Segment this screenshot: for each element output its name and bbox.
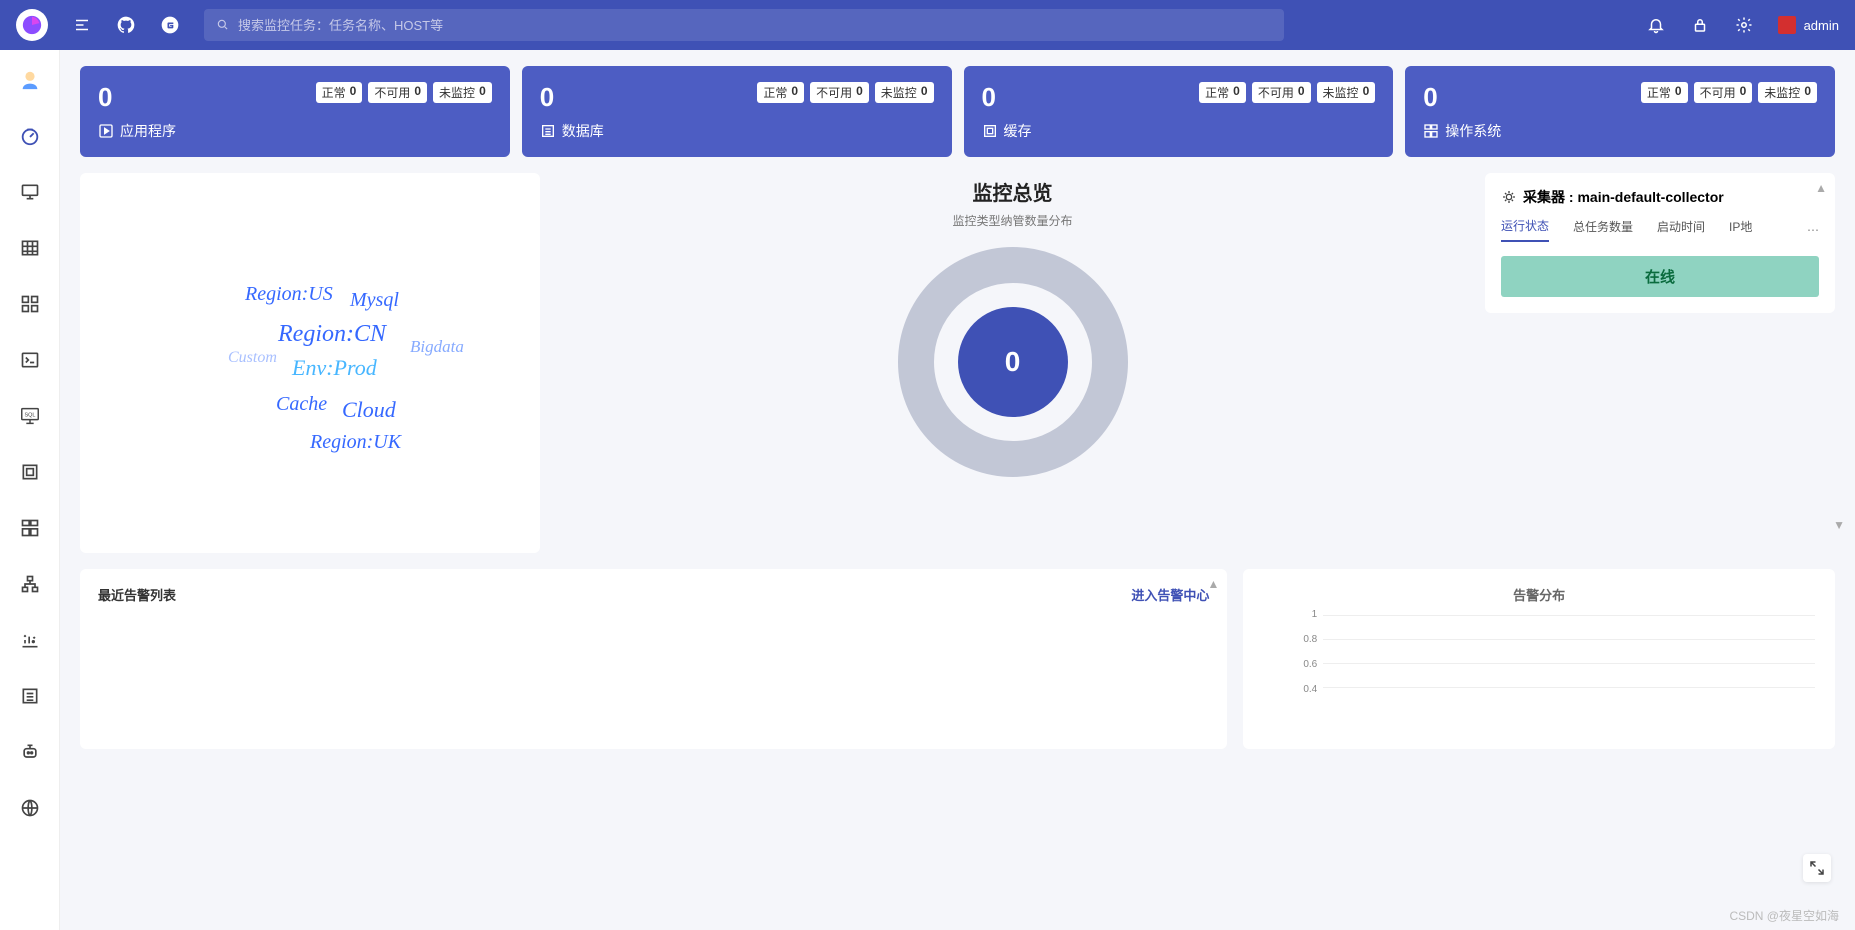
collector-tab[interactable]: IP地 xyxy=(1729,218,1752,241)
collapse-up-icon[interactable]: ▲ xyxy=(1815,181,1827,195)
status-chip[interactable]: 不可用 0 xyxy=(1252,82,1311,103)
sidebar-item-terminal[interactable] xyxy=(16,346,44,374)
user-badge[interactable]: admin xyxy=(1778,16,1839,34)
svg-text:SQL: SQL xyxy=(24,412,35,418)
status-chip[interactable]: 未监控 0 xyxy=(875,82,934,103)
sidebar: SQL xyxy=(0,50,60,930)
y-tick: 0.6 xyxy=(1303,659,1317,670)
status-chip[interactable]: 不可用 0 xyxy=(368,82,427,103)
gear-icon[interactable] xyxy=(1734,15,1754,35)
sidebar-item-user[interactable] xyxy=(16,66,44,94)
lock-icon[interactable] xyxy=(1690,15,1710,35)
sidebar-item-chart[interactable] xyxy=(16,626,44,654)
menu-collapse-icon[interactable] xyxy=(72,15,92,35)
expand-icon[interactable] xyxy=(1803,854,1831,882)
distribution-title: 告警分布 xyxy=(1261,585,1817,604)
wordcloud-word[interactable]: Region:CN xyxy=(278,321,386,348)
collector-title: 采集器 : main-default-collector xyxy=(1501,187,1819,207)
collector-tab[interactable]: 运行状态 xyxy=(1501,217,1549,242)
wordcloud-word[interactable]: Env:Prod xyxy=(292,355,377,381)
sidebar-item-widgets[interactable] xyxy=(16,514,44,542)
alerts-link[interactable]: 进入告警中心 xyxy=(1131,585,1209,604)
stat-count: 0 xyxy=(98,82,112,113)
bell-icon[interactable] xyxy=(1646,15,1666,35)
sidebar-item-globe[interactable] xyxy=(16,794,44,822)
search-box[interactable] xyxy=(204,9,1284,41)
status-chip[interactable]: 正常 0 xyxy=(757,82,804,103)
y-tick: 1 xyxy=(1312,609,1318,620)
stat-label: 数据库 xyxy=(540,121,934,141)
word-cloud-panel: Region:US Mysql Region:CN Bigdata Custom Env:… xyxy=(80,173,540,553)
status-chip[interactable]: 正常 0 xyxy=(1199,82,1246,103)
sidebar-item-grid[interactable] xyxy=(16,234,44,262)
donut-chart: 0 xyxy=(898,247,1128,477)
wordcloud-word[interactable]: Cloud xyxy=(342,397,396,423)
search-input[interactable] xyxy=(238,18,1272,33)
overview-subtitle: 监控类型纳管数量分布 xyxy=(556,212,1469,229)
collector-icon xyxy=(1501,189,1517,205)
status-chip[interactable]: 正常 0 xyxy=(316,82,363,103)
main-content: 0 正常 0不可用 0未监控 0 应用程序 0 正常 0不可用 0未监控 0 数… xyxy=(60,50,1855,930)
status-chip[interactable]: 不可用 0 xyxy=(1694,82,1753,103)
wordcloud-word[interactable]: Region:UK xyxy=(310,431,401,454)
stat-count: 0 xyxy=(540,82,554,113)
status-chip[interactable]: 未监控 0 xyxy=(1758,82,1817,103)
collector-panel: ▲ 采集器 : main-default-collector 运行状态 总任务数量… xyxy=(1485,173,1835,313)
status-chip[interactable]: 未监控 0 xyxy=(433,82,492,103)
sidebar-item-dashboard[interactable] xyxy=(16,122,44,150)
sidebar-item-sql[interactable]: SQL xyxy=(16,402,44,430)
sidebar-item-list[interactable] xyxy=(16,682,44,710)
search-icon xyxy=(216,18,230,32)
stat-count: 0 xyxy=(1423,82,1437,113)
gitee-icon[interactable] xyxy=(160,15,180,35)
wordcloud-word[interactable]: Region:US xyxy=(245,283,333,306)
github-icon[interactable] xyxy=(116,15,136,35)
wordcloud-word[interactable]: Bigdata xyxy=(410,337,464,357)
status-chip[interactable]: 不可用 0 xyxy=(810,82,869,103)
more-icon[interactable]: ⋯ xyxy=(1807,223,1819,237)
status-chip[interactable]: 未监控 0 xyxy=(1317,82,1376,103)
avatar xyxy=(1778,16,1796,34)
donut-center-value: 0 xyxy=(958,307,1068,417)
alert-distribution-panel: 告警分布 1 0.8 0.6 0.4 xyxy=(1243,569,1835,749)
stat-label: 缓存 xyxy=(982,121,1376,141)
chart-y-axis: 1 0.8 0.6 0.4 xyxy=(1303,609,1317,695)
collapse-down-icon[interactable]: ▼ xyxy=(1833,518,1845,532)
alerts-title: 最近告警列表 xyxy=(98,585,176,604)
wordcloud-word[interactable]: Cache xyxy=(276,393,327,416)
stat-label: 应用程序 xyxy=(98,121,492,141)
collector-tab[interactable]: 总任务数量 xyxy=(1573,218,1633,241)
stat-label: 操作系统 xyxy=(1423,121,1817,141)
y-tick: 0.4 xyxy=(1303,684,1317,695)
status-chip[interactable]: 正常 0 xyxy=(1641,82,1688,103)
y-tick: 0.8 xyxy=(1303,634,1317,645)
wordcloud-word[interactable]: Custom xyxy=(228,349,277,367)
wordcloud-word[interactable]: Mysql xyxy=(350,289,399,312)
sidebar-item-apps[interactable] xyxy=(16,290,44,318)
recent-alerts-panel: ▲ 最近告警列表 进入告警中心 xyxy=(80,569,1227,749)
sidebar-item-tree[interactable] xyxy=(16,570,44,598)
sidebar-item-layers[interactable] xyxy=(16,458,44,486)
top-header: admin xyxy=(0,0,1855,50)
sidebar-item-monitor[interactable] xyxy=(16,178,44,206)
stat-card[interactable]: 0 正常 0 不可用 0 未监控 0 数据库 xyxy=(522,66,952,157)
collector-tab[interactable]: 启动时间 xyxy=(1657,218,1705,241)
stat-card[interactable]: 0 正常 0不可用 0 未监控 0 应用程序 xyxy=(80,66,510,157)
overview-title: 监控总览 xyxy=(556,177,1469,206)
watermark: CSDN @夜星空如海 xyxy=(1729,907,1839,924)
overview-panel: 监控总览 监控类型纳管数量分布 0 xyxy=(556,173,1469,553)
stat-card[interactable]: 0 正常 0 不可用 0 未监控 0 缓存 xyxy=(964,66,1394,157)
app-logo[interactable] xyxy=(16,9,48,41)
alerts-collapse-icon[interactable]: ▲ xyxy=(1207,577,1219,591)
collector-status: 在线 xyxy=(1501,256,1819,297)
stats-row: 0 正常 0不可用 0未监控 0 应用程序 0 正常 0不可用 0未监控 0 数… xyxy=(80,66,1835,157)
user-name: admin xyxy=(1804,18,1839,33)
stat-count: 0 xyxy=(982,82,996,113)
sidebar-item-bot[interactable] xyxy=(16,738,44,766)
stat-card[interactable]: 0 正常 0 不可用 0未监控 0 操作系统 xyxy=(1405,66,1835,157)
collector-tabs: 运行状态 总任务数量 启动时间 IP地 ⋯ xyxy=(1501,217,1819,242)
